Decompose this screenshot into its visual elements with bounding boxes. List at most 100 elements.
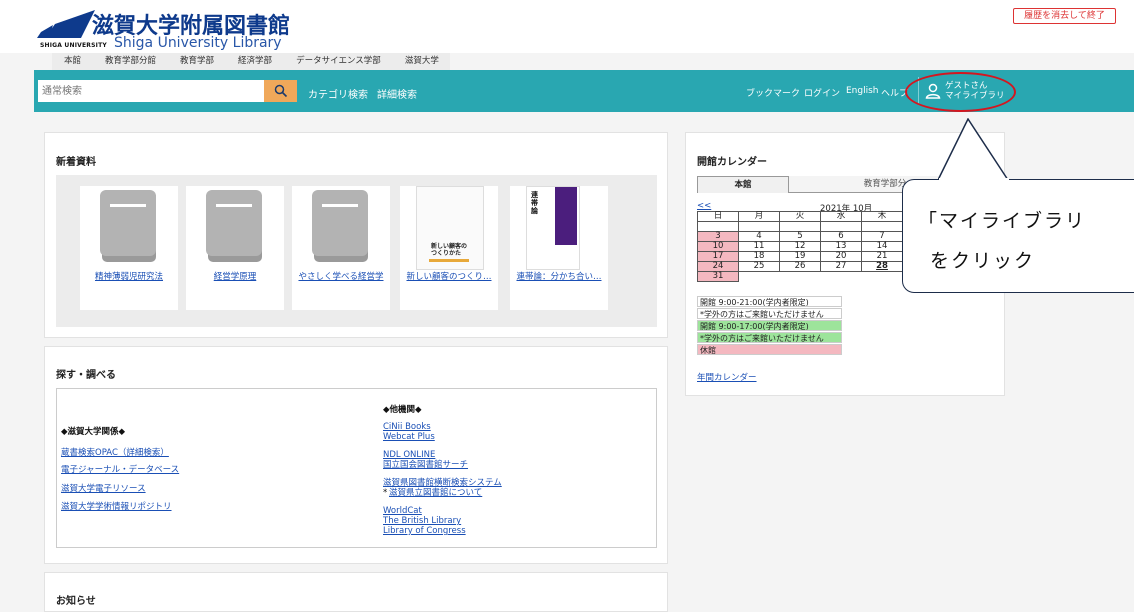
legend-closed: 休館 [697,344,842,355]
eresources-link[interactable]: 滋賀大学電子リソース [61,484,146,494]
day-cell: 21 [861,251,903,262]
calendar-grid: 日 月 火 水 木 3 4 5 6 7 10 11 12 13 14 17 18… [697,211,903,282]
clear-history-exit-button[interactable]: 履歴を消去して終了 [1013,8,1116,24]
day-cell [780,272,821,282]
university-logo[interactable] [37,10,95,38]
book-card[interactable] [80,186,178,310]
book-cover-image: 新しい顧客の つくりかた [416,186,484,270]
day-cell [738,221,780,232]
day-cell: 6 [820,231,862,242]
annual-calendar-link[interactable]: 年間カレンダー [697,371,757,383]
calendar-week-row: 17 18 19 20 21 [697,251,903,262]
branch-tab-university[interactable]: 滋賀大学 [393,53,451,70]
search-button[interactable] [264,80,297,102]
day-cell: 10 [697,241,739,252]
day-cell: 27 [820,261,862,272]
day-cell: 18 [738,251,780,262]
highlight-oval [905,72,1016,112]
library-of-congress-link[interactable]: Library of Congress [383,526,466,536]
webcat-link[interactable]: Webcat Plus [383,432,435,442]
book-cover-image: 連帯論 [526,186,580,270]
weekday-cell: 木 [861,211,903,222]
login-link[interactable]: ログイン [804,86,840,99]
day-cell-today: 28 [861,261,903,272]
news-title: お知らせ [56,596,96,607]
cover-title: 連帯論 [531,191,538,215]
book-title-link[interactable]: 精神薄弱児研究法 [80,270,178,282]
book-title-link[interactable]: 連帯論：分かち合い… [510,270,608,282]
branch-tabs: 本館 教育学部分館 教育学部 経済学部 データサイエンス学部 滋賀大学 [52,53,451,70]
day-cell [862,272,903,282]
weekday-cell: 水 [820,211,862,222]
day-cell: 11 [738,241,780,252]
news-panel [44,572,668,612]
english-link[interactable]: English [846,86,879,96]
cover-title: 新しい顧客の つくりかた [431,243,468,257]
day-cell: 25 [738,261,780,272]
search-resources-title: 探す・調べる [56,370,116,381]
day-cell: 20 [820,251,862,262]
book-title-link[interactable]: やさしく学べる経営学 [292,270,390,282]
branch-tab-education[interactable]: 教育学部 [168,53,226,70]
weekday-cell: 日 [697,211,739,222]
cinii-link[interactable]: CiNii Books [383,422,431,432]
worldcat-link[interactable]: WorldCat [383,506,422,516]
day-cell [821,272,862,282]
calendar-week-row: 24 25 26 27 28 [697,261,903,272]
repository-link[interactable]: 滋賀大学学術情報リポジトリ [61,502,172,512]
branch-tab-education-annex[interactable]: 教育学部分館 [93,53,168,70]
calendar-week-row: 31 [697,271,903,282]
callout-pointer-cover [939,178,1009,182]
book-card[interactable]: 新しい顧客の つくりかた [400,186,498,310]
book-title-link[interactable]: 経営学原理 [186,270,284,282]
opac-link[interactable]: 蔵書検索OPAC（詳細検索） [61,448,169,458]
ejournal-link[interactable]: 電子ジャーナル・データベース [61,465,179,475]
day-cell: 5 [779,231,821,242]
shiga-links-heading: ◆滋賀大学関係◆ [61,427,126,437]
day-cell: 26 [779,261,821,272]
day-cell: 3 [697,231,739,242]
instruction-callout [902,179,1134,293]
legend-short-note: *学外の方はご来館いただけません [697,332,842,343]
book-card[interactable]: 連帯論 [510,186,608,310]
calendar-week-row [697,221,903,232]
british-library-link[interactable]: The British Library [383,516,461,526]
book-placeholder-icon [206,190,262,262]
help-link[interactable]: ヘルプ [881,86,908,99]
category-search-link[interactable]: カテゴリ検索 [308,86,368,101]
asterisk-mark: * [383,488,388,498]
search-icon [274,84,287,98]
weekday-cell: 月 [738,211,780,222]
branch-tab-economics[interactable]: 経済学部 [226,53,284,70]
day-cell: 24 [697,261,739,272]
book-card[interactable] [292,186,390,310]
callout-pointer [938,118,1009,181]
day-cell: 14 [861,241,903,252]
day-cell: 17 [697,251,739,262]
day-cell [861,221,903,232]
callout-line1: 「マイライブラリ [918,210,1087,232]
book-placeholder-icon [100,190,156,262]
branch-tab-data-science[interactable]: データサイエンス学部 [284,53,393,70]
ndl-online-link[interactable]: NDL ONLINE [383,450,435,460]
day-cell [697,221,739,232]
calendar-tab-main[interactable]: 本館 [697,176,789,193]
other-orgs-heading: ◆他機関◆ [383,405,422,415]
book-card[interactable] [186,186,284,310]
search-input[interactable] [38,80,264,102]
university-name-small: SHIGA UNIVERSITY [40,42,107,49]
legend-regular-hours: 開館 9:00-21:00(学内者限定) [697,296,842,307]
advanced-search-link[interactable]: 詳細検索 [377,86,417,101]
calendar-title: 開館カレンダー [697,157,767,168]
legend-short-hours: 開館 9:00-17:00(学内者限定) [697,320,842,331]
calendar-prev-link[interactable]: << [697,201,711,211]
shiga-pref-library-link[interactable]: 滋賀県立図書館について [389,488,482,498]
library-title-en[interactable]: Shiga University Library [114,35,282,51]
legend-regular-note: *学外の方はご来館いただけません [697,308,842,319]
ndl-search-link[interactable]: 国立国会図書館サーチ [383,460,468,470]
shiga-pref-search-link[interactable]: 滋賀県図書館横断検索システム [383,478,502,488]
book-title-link[interactable]: 新しい顧客のつくり… [400,270,498,282]
bookmark-link[interactable]: ブックマーク [746,86,800,99]
day-cell: 7 [861,231,903,242]
branch-tab-main[interactable]: 本館 [52,53,93,70]
